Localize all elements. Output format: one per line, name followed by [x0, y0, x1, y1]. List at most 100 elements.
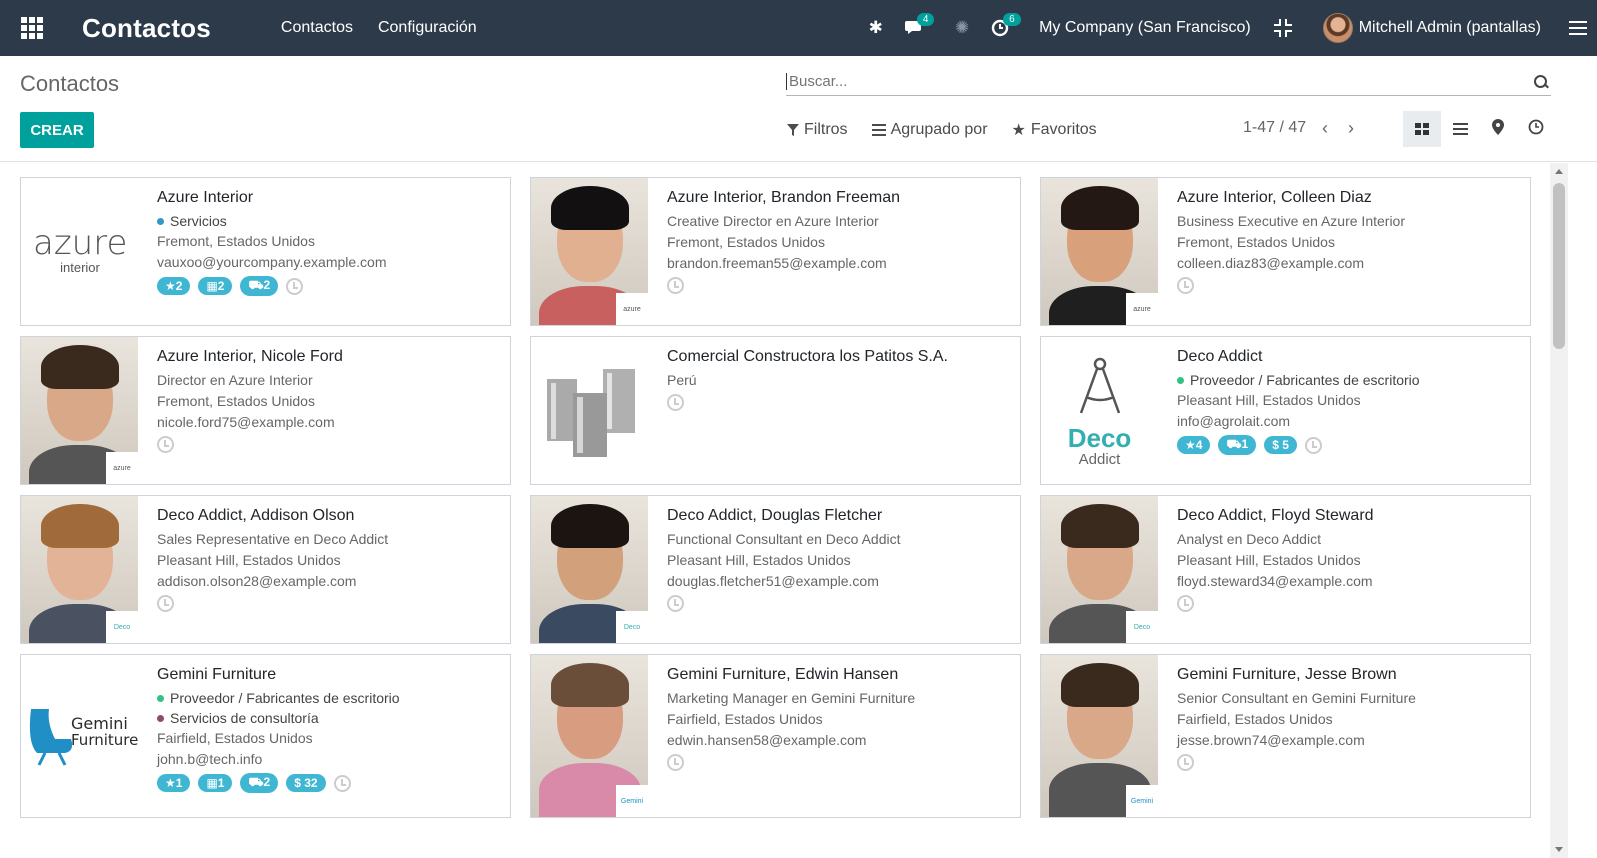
contact-card[interactable]: Deco Deco Addict, Floyd Steward Analyst en… — [1040, 495, 1531, 644]
pager-previous-icon[interactable]: ‹ — [1322, 118, 1328, 139]
contact-card[interactable]: Comercial Constructora los Patitos S.A. P… — [530, 336, 1021, 485]
contact-card[interactable]: Gemini Gemini Furniture, Jesse Brown Senio… — [1040, 654, 1531, 818]
stat-pill[interactable]: ★2 — [157, 277, 191, 295]
contact-card[interactable]: azure interior Azure Interior Servicios Frem… — [20, 177, 511, 326]
contact-detail: Pleasant Hill, Estados Unidos — [667, 552, 851, 568]
stat-pill[interactable]: ★4 — [1177, 436, 1211, 454]
search-icon[interactable] — [1533, 74, 1549, 90]
scrollbar[interactable] — [1550, 163, 1568, 858]
contact-detail: colleen.diaz83@example.com — [1177, 255, 1364, 271]
activity-clock-icon[interactable] — [1304, 436, 1322, 454]
contact-image: azure — [531, 178, 648, 325]
card-info: Gemini Furniture, Edwin Hansen Marketing … — [667, 666, 1014, 771]
tag-color-dot — [157, 217, 164, 225]
company-mini-logo: azure — [106, 452, 138, 484]
user-menu[interactable]: Mitchell Admin (pantallas) — [1359, 19, 1541, 37]
contact-name: Deco Addict, Floyd Steward — [1177, 507, 1374, 524]
pager-nav: ‹ › — [1322, 118, 1354, 139]
card-indicators — [667, 277, 1014, 294]
map-view-button[interactable] — [1479, 111, 1517, 147]
activities-clock-icon[interactable]: 6 — [991, 13, 1021, 37]
scrollbar-thumb[interactable] — [1553, 183, 1565, 349]
activity-clock-icon[interactable] — [1177, 595, 1194, 612]
activity-view-button[interactable] — [1517, 111, 1555, 147]
compress-icon[interactable] — [1273, 18, 1293, 38]
contact-image: azure — [21, 337, 138, 484]
company-mini-logo: azure — [616, 293, 648, 325]
contact-detail: Fremont, Estados Unidos — [157, 393, 315, 409]
azure-logo-word: azure — [33, 223, 128, 263]
activity-clock-icon[interactable] — [667, 595, 684, 612]
settings-sliders-icon[interactable] — [1569, 19, 1587, 37]
breadcrumb-title: Contactos — [20, 71, 120, 96]
contact-image: Gemini — [531, 655, 648, 817]
favorites-button[interactable]: ★ Favoritos — [1012, 120, 1097, 140]
messages-icon[interactable]: 4 — [904, 13, 935, 37]
scroll-up-arrow-icon[interactable] — [1555, 169, 1563, 174]
menu-contactos[interactable]: Contactos — [281, 19, 353, 37]
card-indicators — [667, 754, 1014, 771]
stat-pill[interactable]: ▦2 — [198, 277, 233, 295]
contact-card[interactable]: azure Azure Interior, Brandon Freeman Crea… — [530, 177, 1021, 326]
card-info: Azure Interior, Brandon Freeman Creative … — [667, 189, 1014, 294]
stat-pill[interactable]: ⛟2 — [240, 773, 279, 793]
loading-spinner-icon: ✺ — [954, 18, 970, 37]
contact-detail: Functional Consultant en Deco Addict — [667, 531, 901, 547]
contact-detail: Pleasant Hill, Estados Unidos — [157, 552, 341, 568]
contact-image: Gemini — [1041, 655, 1158, 817]
contact-card[interactable]: Deco Deco Addict, Addison Olson Sales Repr… — [20, 495, 511, 644]
deco-compass-icon — [1079, 357, 1121, 414]
activity-clock-icon[interactable] — [157, 595, 174, 612]
stat-pill[interactable]: ⛟2 — [240, 276, 279, 296]
stat-pill[interactable]: ▦1 — [198, 774, 233, 792]
activity-clock-icon[interactable] — [1177, 754, 1194, 771]
map-marker-icon — [1492, 119, 1504, 139]
activity-clock-icon[interactable] — [667, 394, 684, 411]
contact-card[interactable]: Gemini Gemini Furniture, Edwin Hansen Mark… — [530, 654, 1021, 818]
activity-clock-icon[interactable] — [333, 774, 351, 792]
stat-pill[interactable]: $ 32 — [286, 774, 326, 792]
kanban-view-button[interactable] — [1403, 111, 1441, 147]
scroll-down-arrow-icon[interactable] — [1555, 847, 1563, 852]
stat-pill[interactable]: ⛟1 — [1218, 435, 1257, 455]
contact-card[interactable]: Gemini Furniture Gemini Furniture Proveedor… — [20, 654, 511, 818]
activity-clock-icon[interactable] — [667, 754, 684, 771]
contact-detail: Pleasant Hill, Estados Unidos — [1177, 392, 1361, 408]
search-input[interactable] — [786, 73, 1533, 90]
create-button[interactable]: CREAR — [20, 112, 94, 148]
contact-card[interactable]: azure Azure Interior, Colleen Diaz Busines… — [1040, 177, 1531, 326]
gemini-logo-sub: Furniture — [71, 731, 138, 749]
stat-pill[interactable]: $ 5 — [1264, 436, 1297, 454]
groupby-button[interactable]: Agrupado por — [871, 120, 988, 140]
activity-clock-icon[interactable] — [667, 277, 684, 294]
contact-detail: jesse.brown74@example.com — [1177, 732, 1365, 748]
stat-pill[interactable]: ★1 — [157, 774, 191, 792]
apps-menu-icon[interactable] — [20, 16, 44, 40]
activity-clock-icon[interactable] — [1177, 277, 1194, 294]
menu-configuracion[interactable]: Configuración — [378, 19, 477, 37]
contact-detail: nicole.ford75@example.com — [157, 414, 335, 430]
category-tag: Proveedor / Fabricantes de escritorio — [1177, 372, 1524, 388]
card-indicators: ★2 ▦2 ⛟2 — [157, 276, 504, 296]
list-view-button[interactable] — [1441, 111, 1479, 147]
contact-detail: Pleasant Hill, Estados Unidos — [1177, 552, 1361, 568]
contact-card[interactable]: Deco Deco Addict, Douglas Fletcher Functio… — [530, 495, 1021, 644]
activity-clock-icon[interactable] — [157, 436, 174, 453]
debug-bug-icon[interactable]: ✱ — [869, 18, 883, 38]
clock-icon — [1528, 119, 1544, 139]
contact-detail: Sales Representative en Deco Addict — [157, 531, 389, 547]
filters-button[interactable]: Filtros — [787, 120, 848, 140]
card-indicators — [667, 595, 1014, 612]
contact-card[interactable]: Deco Addict Deco Addict Proveedor / Fabrica… — [1040, 336, 1531, 485]
contact-detail: vauxoo@yourcompany.example.com — [157, 254, 387, 270]
contact-name: Gemini Furniture — [157, 666, 277, 683]
pager-value[interactable]: 1-47 / 47 — [1243, 119, 1306, 137]
contact-detail: Director en Azure Interior — [157, 372, 313, 388]
pager-next-icon[interactable]: › — [1348, 118, 1354, 139]
main-menu: Contactos Configuración — [281, 19, 477, 37]
user-avatar[interactable] — [1322, 13, 1353, 43]
company-switcher[interactable]: My Company (San Francisco) — [1039, 19, 1251, 37]
contact-detail: Fremont, Estados Unidos — [667, 234, 825, 250]
contact-card[interactable]: azure Azure Interior, Nicole Ford Director… — [20, 336, 511, 485]
activity-clock-icon[interactable] — [286, 277, 304, 295]
